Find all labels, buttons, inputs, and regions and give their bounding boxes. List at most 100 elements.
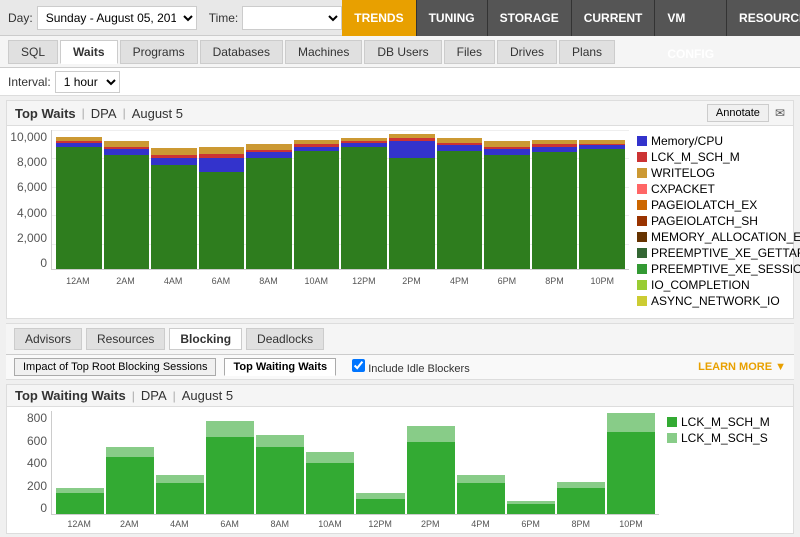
bar-segment (199, 158, 245, 172)
legend-label: PAGEIOLATCH_SH (651, 214, 758, 228)
legend-color (667, 417, 677, 427)
interval-select[interactable]: 1 hour (55, 71, 120, 93)
bar-segment (507, 504, 555, 514)
bottom-bar-group (56, 411, 104, 514)
learn-more-link[interactable]: LEARN MORE ▼ (698, 361, 786, 373)
bar-segment (151, 158, 197, 165)
top-waiting-waits-btn[interactable]: Top Waiting Waits (224, 358, 336, 376)
legend-item: LCK_M_SCH_S (667, 431, 781, 445)
nav-tab-trends[interactable]: TRENDS (342, 0, 416, 36)
nav-tab-storage-io[interactable]: STORAGE I/O (488, 0, 572, 36)
bar-segment (407, 442, 455, 514)
sub-tab-plans[interactable]: Plans (559, 40, 615, 64)
time-select[interactable] (242, 6, 342, 30)
legend-label: LCK_M_SCH_M (651, 150, 740, 164)
top-chart-section: Top Waits | DPA | August 5 Annotate ✉ 10… (6, 100, 794, 319)
bottom-bar-group (507, 411, 555, 514)
top-chart-area: 10,000 8,000 6,000 4,000 2,000 0 12AM2AM… (7, 126, 793, 318)
bottom-bars-area (51, 411, 659, 515)
bottom-chart-area: 800 600 400 200 0 12AM2AM4AM6AM8AM10AM12… (7, 407, 793, 537)
x-label: 12AM (55, 519, 103, 529)
bottom-tab-deadlocks[interactable]: Deadlocks (246, 328, 324, 350)
bottom-chart-sub1: DPA (141, 388, 167, 403)
legend-item: CXPACKET (637, 182, 781, 196)
legend-label: IO_COMPLETION (651, 278, 750, 292)
legend-color (637, 168, 647, 178)
bar-segment (151, 148, 197, 155)
top-bar: Day: Sunday - August 05, 2018 Time: TREN… (0, 0, 800, 36)
x-label: 2AM (103, 276, 149, 286)
blocking-bar: Impact of Top Root Blocking Sessions Top… (6, 355, 794, 380)
bottom-tab-advisors[interactable]: Advisors (14, 328, 82, 350)
legend-item: MEMORY_ALLOCATION_EXT (637, 230, 781, 244)
nav-tab-resources[interactable]: RESOURCES (727, 0, 800, 36)
legend-label: PAGEIOLATCH_EX (651, 198, 757, 212)
bar-segment (246, 158, 292, 269)
legend-item: Memory/CPU (637, 134, 781, 148)
bottom-bar-group (457, 411, 505, 514)
legend-color (637, 184, 647, 194)
annotate-button[interactable]: Annotate (707, 104, 769, 122)
x-label: 4AM (155, 519, 203, 529)
bottom-chart-title: Top Waiting Waits (15, 388, 126, 403)
bottom-bar-group (356, 411, 404, 514)
by-label-200: 200 (27, 479, 47, 493)
bottom-tab-resources[interactable]: Resources (86, 328, 165, 350)
legend-label: WRITELOG (651, 166, 715, 180)
bottom-tab-blocking[interactable]: Blocking (169, 328, 242, 350)
sub-tab-drives[interactable]: Drives (497, 40, 557, 64)
impact-blocking-btn[interactable]: Impact of Top Root Blocking Sessions (14, 358, 216, 376)
mail-icon[interactable]: ✉ (775, 106, 785, 120)
legend-item: LCK_M_SCH_M (637, 150, 781, 164)
bottom-bar-group (407, 411, 455, 514)
bottom-x-labels: 12AM2AM4AM6AM8AM10AM12PM2PM4PM6PM8PM10PM (51, 515, 659, 533)
bottom-chart-header: Top Waiting Waits | DPA | August 5 (7, 385, 793, 407)
bar-segment (156, 475, 204, 483)
sub-tab-sql[interactable]: SQL (8, 40, 58, 64)
x-label: 6AM (206, 519, 254, 529)
idle-blockers-label[interactable]: Include Idle Blockers (352, 359, 470, 375)
idle-blockers-checkbox[interactable] (352, 359, 365, 372)
sub-tab-dbusers[interactable]: DB Users (364, 40, 441, 64)
x-label: 10AM (306, 519, 354, 529)
legend-item: LCK_M_SCH_M (667, 415, 781, 429)
sub-tab-programs[interactable]: Programs (120, 40, 198, 64)
bar-segment (106, 457, 154, 514)
legend-color (637, 264, 647, 274)
bottom-bar-group (106, 411, 154, 514)
x-label: 12PM (356, 519, 404, 529)
nav-tabs: TRENDS TUNING STORAGE I/O CURRENT VM CON… (342, 0, 800, 36)
x-label: 8AM (246, 276, 292, 286)
time-label: Time: (209, 11, 239, 25)
sub-tab-waits[interactable]: Waits (60, 40, 118, 64)
nav-tab-vm-config[interactable]: VM CONFIG (655, 0, 727, 36)
legend-label: ASYNC_NETWORK_IO (651, 294, 780, 308)
legend-color (667, 433, 677, 443)
bar-segment (557, 488, 605, 514)
bottom-bar-group (557, 411, 605, 514)
bar-group (437, 130, 483, 269)
legend-label: PREEMPTIVE_XE_SESSIONCOMMI (651, 262, 800, 276)
x-label: 8AM (256, 519, 304, 529)
x-label: 2PM (406, 519, 454, 529)
sub-tab-machines[interactable]: Machines (285, 40, 362, 64)
day-select[interactable]: Sunday - August 05, 2018 (37, 6, 197, 30)
bar-segment (199, 172, 245, 269)
legend-item: ASYNC_NETWORK_IO (637, 294, 781, 308)
bottom-legend: LCK_M_SCH_M LCK_M_SCH_S (659, 411, 789, 533)
bar-segment (579, 149, 625, 269)
bars-area (51, 130, 629, 270)
bottom-bar-group (256, 411, 304, 514)
sub-tab-files[interactable]: Files (444, 40, 495, 64)
nav-tab-current[interactable]: CURRENT (572, 0, 656, 36)
bar-segment (484, 155, 530, 269)
nav-tab-tuning[interactable]: TUNING (417, 0, 488, 36)
bar-segment (206, 437, 254, 514)
bar-segment (457, 483, 505, 514)
sub-tab-databases[interactable]: Databases (200, 40, 283, 64)
bar-group (151, 130, 197, 269)
by-label-800: 800 (27, 411, 47, 425)
bottom-bar-group (306, 411, 354, 514)
by-label-400: 400 (27, 456, 47, 470)
legend-item: PAGEIOLATCH_EX (637, 198, 781, 212)
